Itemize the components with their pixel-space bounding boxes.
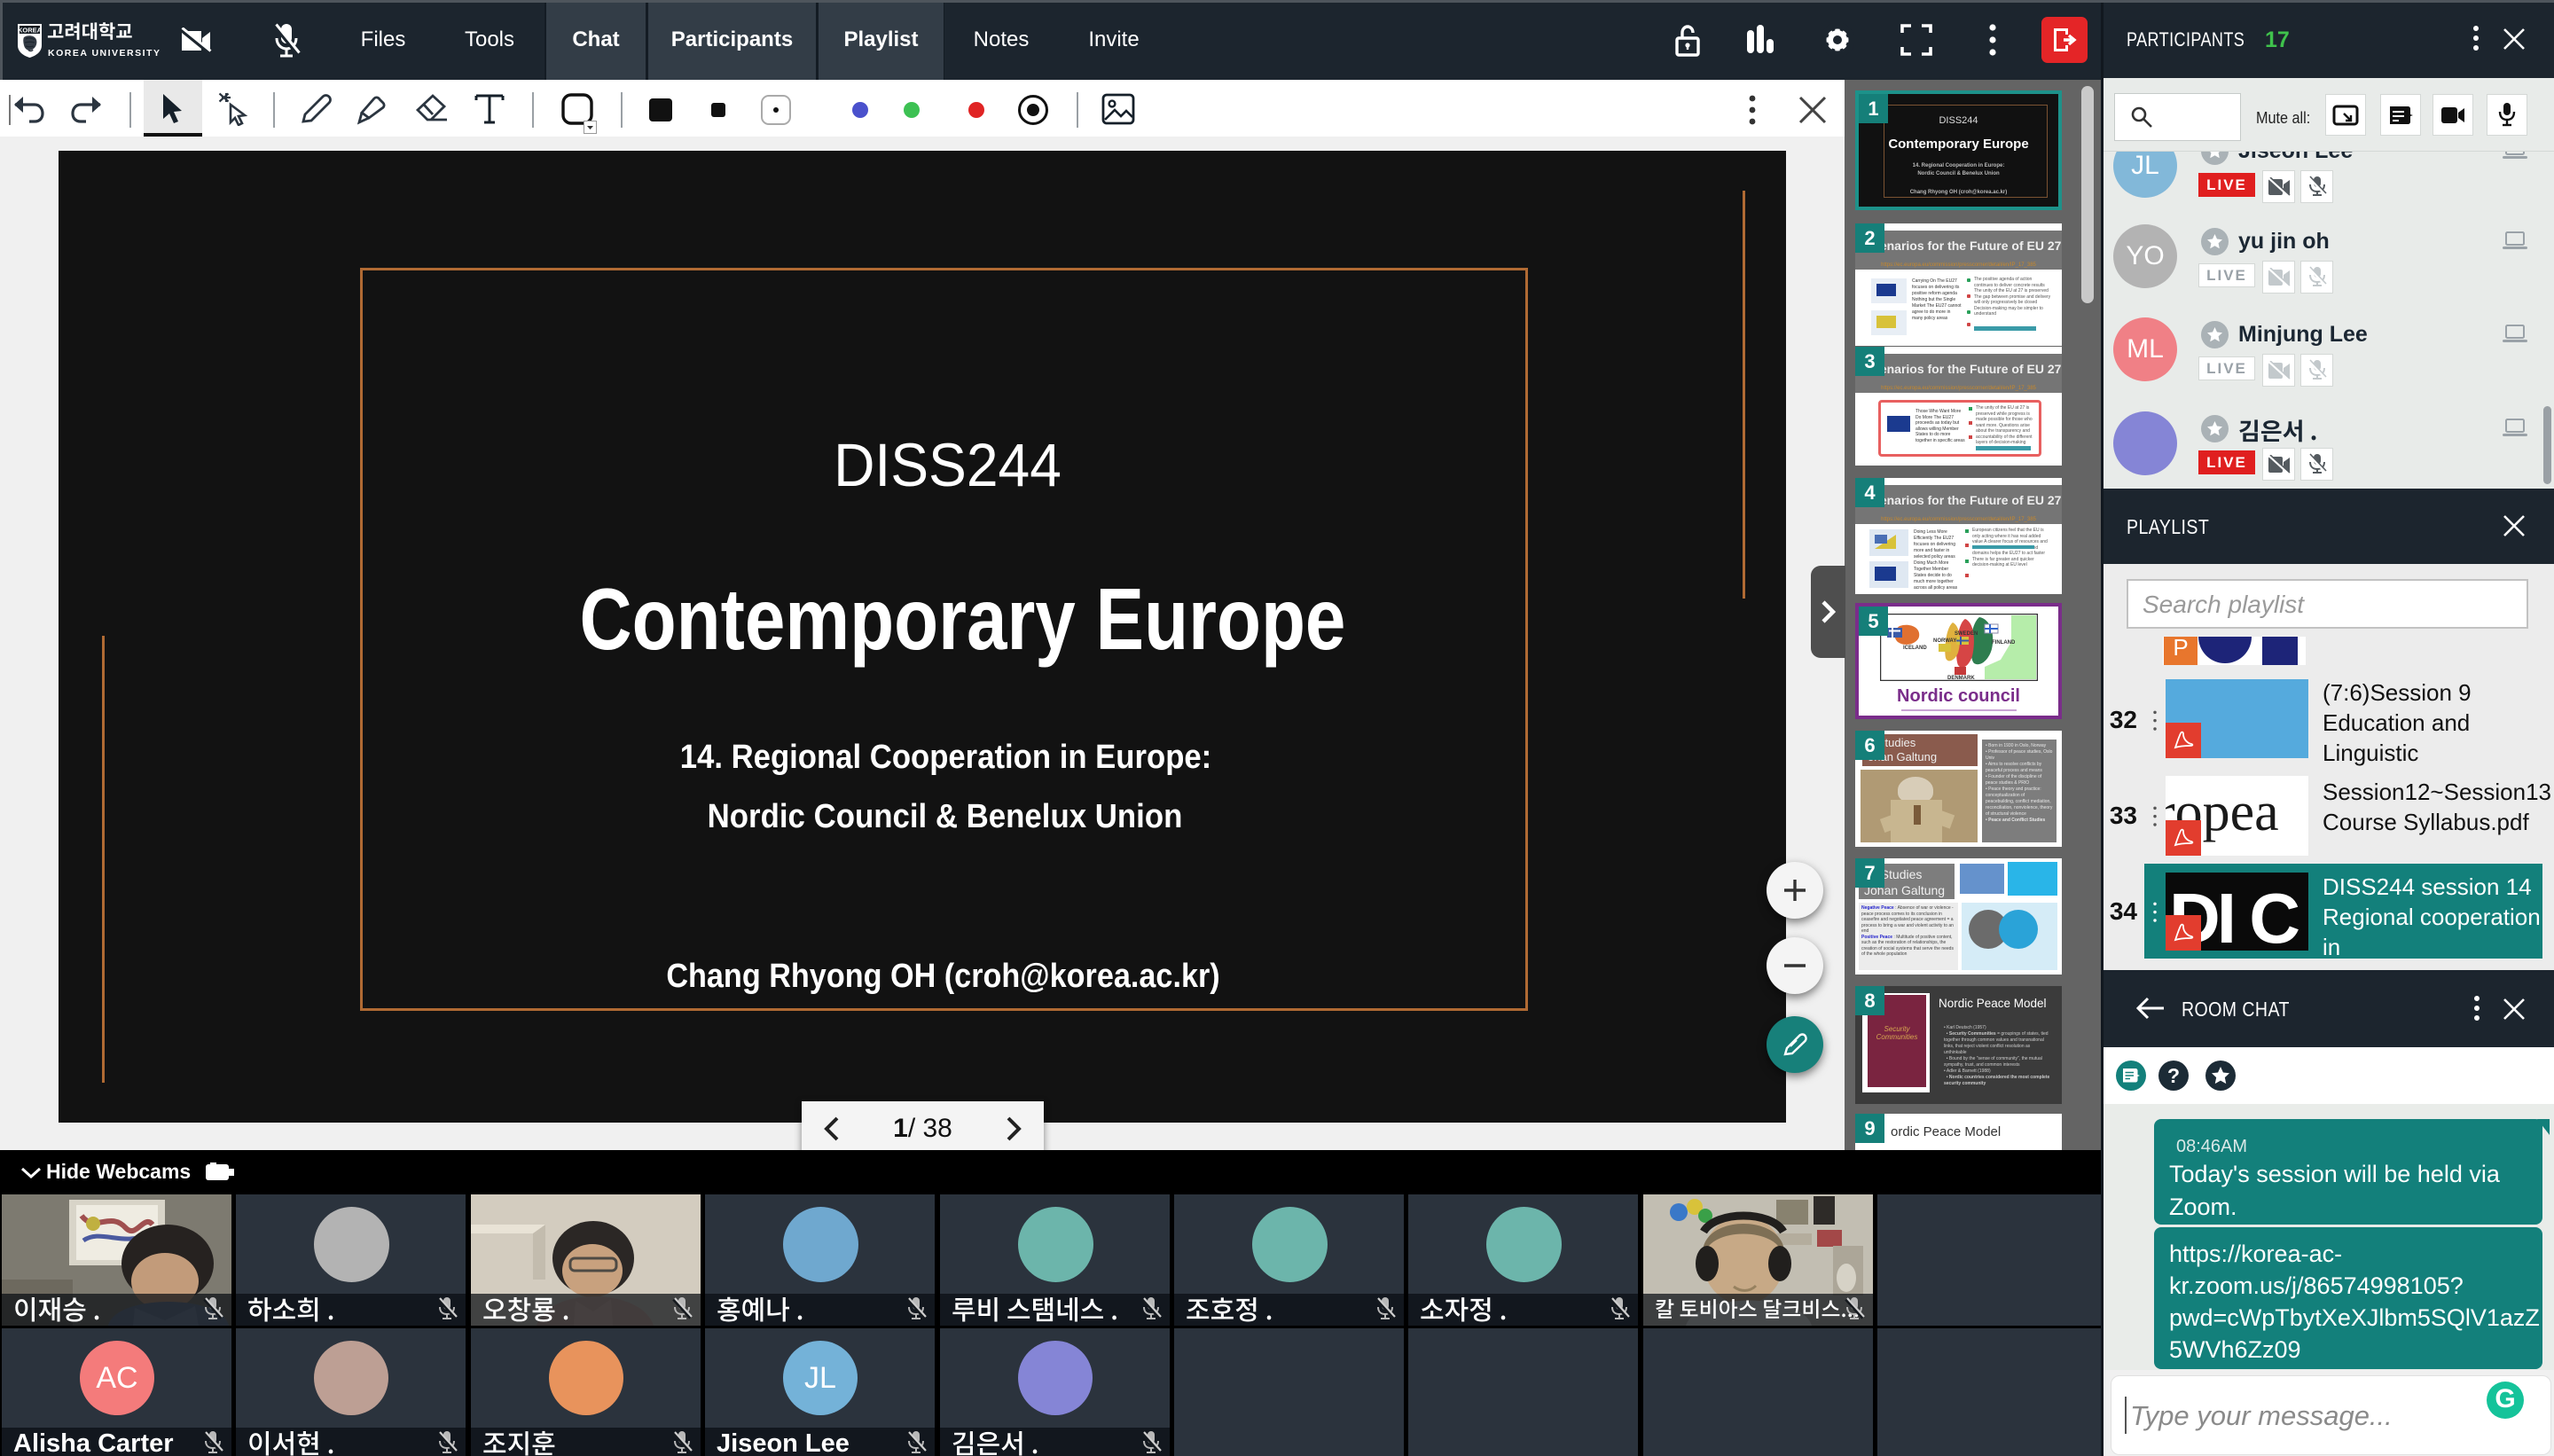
svg-text:FINLAND: FINLAND	[1992, 640, 2016, 646]
svg-text:SWEDEN: SWEDEN	[1955, 631, 1978, 637]
svg-text:KOREA: KOREA	[18, 27, 42, 35]
svg-text:NORWAY: NORWAY	[1933, 638, 1956, 644]
svg-text:DENMARK: DENMARK	[1947, 676, 1975, 681]
svg-text:ICELAND: ICELAND	[1903, 646, 1927, 651]
